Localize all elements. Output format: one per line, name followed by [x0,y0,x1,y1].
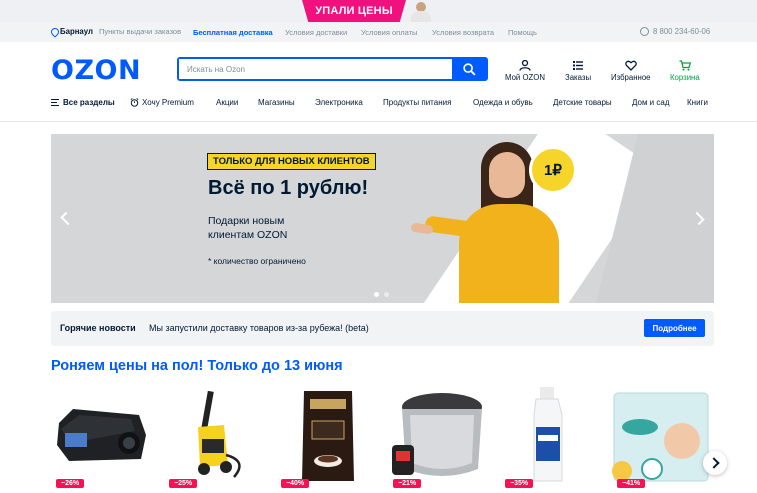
category-sales[interactable]: Акции [216,98,238,107]
category-premium-label: Хочу Premium [142,98,194,107]
hero-title: Всё по 1 рублю! [208,177,369,199]
discount-badge: −21% [393,479,422,488]
category-electronics[interactable]: Электроника [315,98,363,107]
discount-badge: −41% [617,479,646,488]
phone-number[interactable]: 8 800 234-60-06 [640,27,710,36]
hero-woman-image [410,142,559,303]
promo-person-image [408,2,434,22]
all-categories-button[interactable]: Все разделы [51,98,115,107]
category-bar: Все разделы Хочу Premium Акции Магазины … [0,96,757,112]
orders-label: Заказы [565,73,592,82]
product-card[interactable]: −41% [612,385,712,493]
category-home[interactable]: Дом и сад [632,98,670,107]
hero-banner[interactable]: 1₽ ТОЛЬКО ДЛЯ НОВЫХ КЛИЕНТОВ Всё по 1 ру… [51,134,714,303]
all-categories-label: Все разделы [63,98,115,107]
dashcam-image [57,409,146,461]
coffee-pack-image [302,391,354,481]
promo-banner[interactable]: УПАЛИ ЦЕНЫ [302,0,406,22]
category-kids[interactable]: Детские товары [553,98,612,107]
hero-dot-2[interactable] [384,292,389,297]
discount-badge: −35% [505,479,534,488]
ruble-coin-badge: 1₽ [529,146,577,194]
hero-prev-arrow-icon[interactable] [59,208,71,228]
alarm-clock-icon [130,98,139,107]
category-clothes[interactable]: Одежда и обувь [473,98,533,107]
header-divider [0,121,757,122]
promo-strip[interactable]: УПАЛИ ЦЕНЫ [0,0,757,22]
discount-badge: −26% [56,479,85,488]
product-card[interactable]: −35% [500,385,600,493]
top-info-bar: Барнаул Пункты выдачи заказов Бесплатная… [0,22,757,42]
hero-next-arrow-icon[interactable] [694,208,706,228]
domestos-bottle-image [533,387,563,482]
city-selector[interactable]: Барнаул Пункты выдачи заказов [51,27,181,36]
hero-note: * количество ограничено [208,256,306,266]
promo-label: УПАЛИ ЦЕНЫ [315,5,393,17]
section-title[interactable]: Роняем цены на пол! Только до 13 июня [51,358,343,374]
product-card[interactable]: −21% [388,385,488,493]
hot-news-bar: Горячие новости Мы запустили доставку то… [51,311,714,346]
return-terms-link[interactable]: Условия возврата [432,28,494,37]
hot-news-label: Горячие новости [60,323,136,333]
discount-badge: −25% [169,479,198,488]
category-food[interactable]: Продукты питания [383,98,451,107]
more-details-button[interactable]: Подробнее [644,319,705,337]
search-button[interactable] [452,59,486,79]
cart-icon [679,60,691,71]
menu-icon [51,99,59,106]
carousel-next-button[interactable] [703,451,727,475]
user-icon [519,60,531,71]
discount-badge: −40% [281,479,310,488]
free-delivery-link[interactable]: Бесплатная доставка [193,28,273,37]
multicooker-image [392,393,482,476]
location-pin-icon [51,28,57,36]
hero-subtitle: Подарки новым клиентам OZON [208,215,288,241]
phone-text: 8 800 234-60-06 [653,27,711,36]
city-name: Барнаул [60,27,93,36]
hot-news-text[interactable]: Мы запустили доставку товаров из-за рубе… [149,323,369,333]
hero-pagination [374,292,389,297]
pressure-washer-image [198,390,241,478]
favorites-label: Избранное [611,73,651,82]
new-clients-badge: ТОЛЬКО ДЛЯ НОВЫХ КЛИЕНТОВ [207,153,376,170]
hero-dot-1[interactable] [374,292,379,297]
category-books[interactable]: Книги [687,98,708,107]
my-ozon-label: Мой OZON [505,73,545,82]
search-icon [462,62,476,76]
ozon-logo[interactable]: OZON [51,55,141,86]
help-link[interactable]: Помощь [508,28,537,37]
product-card[interactable]: −26% [51,385,151,493]
clock-icon [640,27,649,36]
pampers-pack-image [612,392,709,482]
my-ozon-button[interactable]: Мой OZON [505,60,545,82]
delivery-terms-link[interactable]: Условия доставки [285,28,347,37]
search-bar [177,57,488,81]
favorites-button[interactable]: Избранное [611,60,651,82]
product-card[interactable]: −25% [164,385,264,493]
product-card[interactable]: −40% [276,385,376,493]
payment-terms-link[interactable]: Условия оплаты [361,28,417,37]
cart-label: Корзина [670,73,700,82]
category-premium[interactable]: Хочу Premium [130,98,194,107]
search-input[interactable] [179,59,452,79]
pickup-points-link[interactable]: Пункты выдачи заказов [99,27,181,36]
orders-list-icon [573,61,584,70]
cart-button[interactable]: Корзина [670,60,700,82]
category-shops[interactable]: Магазины [258,98,295,107]
heart-icon [624,60,637,71]
orders-button[interactable]: Заказы [565,60,591,82]
